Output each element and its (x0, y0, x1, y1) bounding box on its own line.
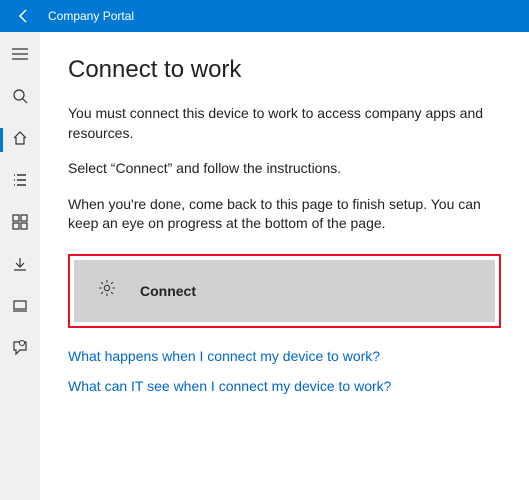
sidebar (0, 32, 40, 500)
sidebar-item-home[interactable] (0, 120, 40, 160)
body-paragraph-3: When you're done, come back to this page… (68, 195, 501, 234)
hamburger-icon (12, 47, 28, 65)
connect-label: Connect (140, 283, 196, 299)
sidebar-item-feedback[interactable] (0, 330, 40, 370)
sidebar-item-search[interactable] (0, 78, 40, 118)
body-paragraph-2: Select “Connect” and follow the instruct… (68, 159, 501, 179)
sidebar-item-devices[interactable] (0, 288, 40, 328)
back-button[interactable] (8, 0, 40, 32)
connect-button[interactable]: Connect (74, 260, 495, 322)
main-content: Connect to work You must connect this de… (40, 32, 529, 500)
sidebar-item-list[interactable] (0, 162, 40, 202)
page-title: Connect to work (68, 56, 501, 84)
link-what-happens[interactable]: What happens when I connect my device to… (68, 348, 501, 364)
app-title: Company Portal (48, 9, 134, 23)
download-icon (12, 256, 28, 277)
apps-icon (12, 214, 28, 235)
sidebar-item-apps[interactable] (0, 204, 40, 244)
feedback-icon (12, 340, 28, 361)
sidebar-item-downloads[interactable] (0, 246, 40, 286)
search-icon (12, 88, 28, 109)
connect-highlight-box: Connect (68, 254, 501, 328)
gear-icon (98, 279, 116, 302)
list-icon (12, 172, 28, 193)
link-what-it-sees[interactable]: What can IT see when I connect my device… (68, 378, 501, 394)
sidebar-item-menu[interactable] (0, 36, 40, 76)
titlebar: Company Portal (0, 0, 529, 32)
home-icon (12, 130, 28, 151)
device-icon (12, 298, 28, 319)
body-paragraph-1: You must connect this device to work to … (68, 104, 501, 143)
